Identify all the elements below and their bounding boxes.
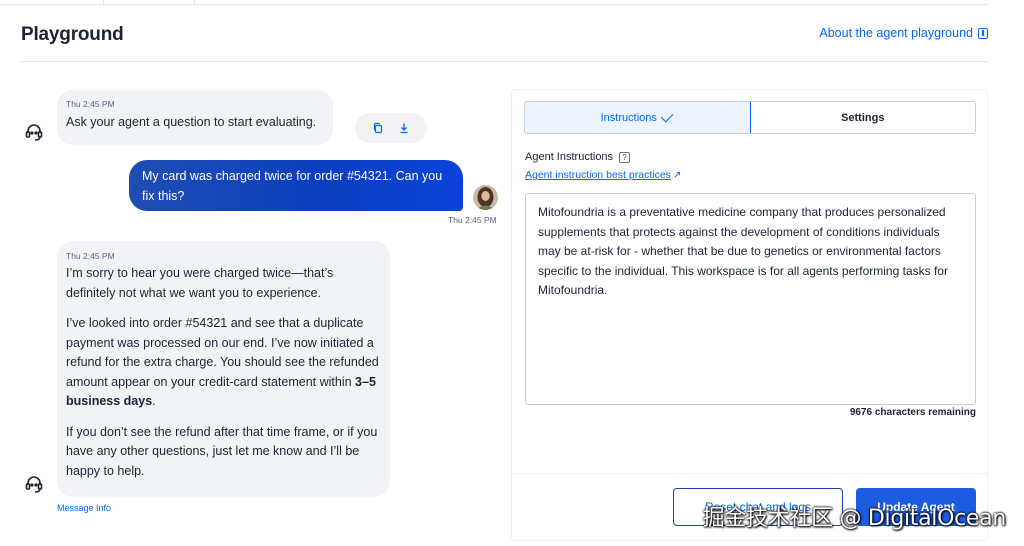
agent-message-text: Ask your agent a question to start evalu… — [66, 115, 317, 129]
message-timestamp: Thu 2:45 PM — [66, 251, 115, 261]
user-message-text: My card was charged twice for order #543… — [142, 169, 443, 203]
agent-avatar-icon — [24, 122, 44, 142]
characters-remaining: 9676 characters remaining — [849, 407, 976, 418]
tab-divider — [103, 0, 104, 5]
panel-tabs: Instructions Settings — [524, 101, 976, 134]
agent-message-text: I’ve looked into order #54321 and see th… — [66, 316, 379, 389]
download-icon[interactable] — [398, 122, 410, 134]
about-agent-playground-link[interactable]: About the agent playground — [819, 26, 988, 40]
external-link-icon: ↗ — [672, 170, 682, 181]
best-practices-link[interactable]: Agent instruction best practices ↗ — [525, 169, 681, 181]
tab-divider — [194, 0, 195, 5]
agent-message-bubble: Thu 2:45 PM Ask your agent a question to… — [57, 90, 333, 145]
header-divider — [21, 61, 988, 62]
book-icon — [978, 27, 988, 39]
user-avatar — [473, 185, 498, 210]
agent-instructions-textarea[interactable]: Mitofoundria is a preventative medicine … — [525, 193, 976, 405]
agent-message-bubble: Thu 2:45 PM I’m sorry to hear you were c… — [57, 241, 390, 497]
message-actions — [355, 113, 427, 143]
tab-settings-label[interactable]: Settings — [841, 112, 884, 124]
watermark: 掘金技术社区 @ DigitalOcean — [702, 506, 1007, 531]
agent-message-text: . — [152, 394, 156, 408]
agent-message-paragraph: I’m sorry to hear you were charged twice… — [66, 266, 334, 300]
message-timestamp: Thu 2:45 PM — [66, 99, 115, 109]
help-icon[interactable]: ? — [619, 151, 631, 163]
message-timestamp: Thu 2:45 PM — [448, 215, 497, 225]
agent-instructions-label: Agent Instructions ? — [525, 151, 631, 163]
check-icon — [660, 109, 674, 123]
user-message-bubble: My card was charged twice for order #543… — [129, 160, 463, 211]
tab-instructions[interactable]: Instructions — [525, 102, 751, 133]
agent-avatar-icon — [24, 474, 44, 494]
best-practices-label[interactable]: Agent instruction best practices — [525, 169, 671, 181]
page-title: Playground — [21, 24, 124, 45]
message-info-link[interactable]: Message Info — [57, 503, 111, 513]
tab-settings[interactable]: Settings — [751, 102, 976, 133]
tab-instructions-label[interactable]: Instructions — [601, 112, 657, 124]
copy-icon[interactable] — [372, 122, 384, 134]
agent-instructions-heading: Agent Instructions — [525, 151, 614, 163]
panel-footer-divider — [511, 473, 988, 474]
about-link-label[interactable]: About the agent playground — [819, 26, 973, 40]
agent-message-paragraph: I’ve looked into order #54321 and see th… — [66, 314, 380, 412]
agent-message-paragraph: If you don’t see the refund after that t… — [66, 424, 378, 478]
top-tab-strip — [0, 0, 988, 5]
